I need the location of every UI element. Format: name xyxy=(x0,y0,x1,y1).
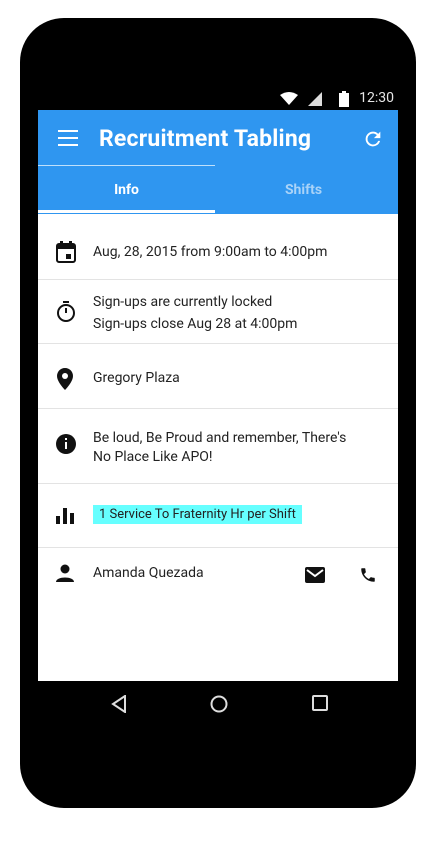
event-date: Aug, 28, 2015 from 9:00am to 4:00pm xyxy=(93,244,328,260)
refresh-icon[interactable] xyxy=(362,128,384,150)
list-item-description: Be loud, Be Proud and remember, There's … xyxy=(38,409,398,484)
back-icon[interactable] xyxy=(111,695,127,713)
navigation-bar xyxy=(38,681,398,731)
signup-status: Sign-ups are currently locked xyxy=(93,294,273,310)
tab-info[interactable]: Info xyxy=(38,168,215,212)
list-item-service: 1 Service To Fraternity Hr per Shift xyxy=(38,484,398,548)
tab-divider xyxy=(38,165,215,166)
battery-icon xyxy=(339,91,349,107)
status-time: 12:30 xyxy=(359,90,394,106)
wifi-icon xyxy=(280,92,298,105)
menu-icon[interactable] xyxy=(58,130,78,146)
info-icon xyxy=(56,434,76,454)
list-item-signup: Sign-ups are currently locked Sign-ups c… xyxy=(38,280,398,344)
info-list: Aug, 28, 2015 from 9:00am to 4:00pm Sign… xyxy=(38,214,398,600)
screen: 12:30 Recruitment Tabling Info Shifts Au… xyxy=(38,88,398,681)
timer-icon xyxy=(57,301,75,322)
phone-icon[interactable] xyxy=(359,565,377,585)
calendar-icon xyxy=(56,241,76,263)
description-line2: No Place Like APO! xyxy=(93,449,213,465)
cell-signal-icon xyxy=(308,92,322,106)
list-item-contact: Amanda Quezada xyxy=(38,548,398,600)
email-icon[interactable] xyxy=(305,567,325,583)
app-bar: Recruitment Tabling Info Shifts xyxy=(38,110,398,214)
active-tab-indicator xyxy=(38,210,215,213)
person-icon xyxy=(56,564,74,582)
service-hours: 1 Service To Fraternity Hr per Shift xyxy=(93,505,302,524)
service-hours-highlight: 1 Service To Fraternity Hr per Shift xyxy=(93,505,302,524)
recent-apps-icon[interactable] xyxy=(312,695,328,711)
contact-name: Amanda Quezada xyxy=(93,565,204,581)
signup-close-time: Sign-ups close Aug 28 at 4:00pm xyxy=(93,316,298,332)
page-title: Recruitment Tabling xyxy=(99,125,312,152)
location-name: Gregory Plaza xyxy=(93,370,180,386)
description-line1: Be loud, Be Proud and remember, There's xyxy=(93,430,347,446)
tab-shifts[interactable]: Shifts xyxy=(215,168,392,212)
list-item-date: Aug, 28, 2015 from 9:00am to 4:00pm xyxy=(38,214,398,280)
home-icon[interactable] xyxy=(210,695,228,713)
bar-chart-icon xyxy=(56,508,74,524)
list-item-location: Gregory Plaza xyxy=(38,344,398,409)
location-pin-icon xyxy=(57,368,73,390)
status-bar: 12:30 xyxy=(38,88,398,110)
